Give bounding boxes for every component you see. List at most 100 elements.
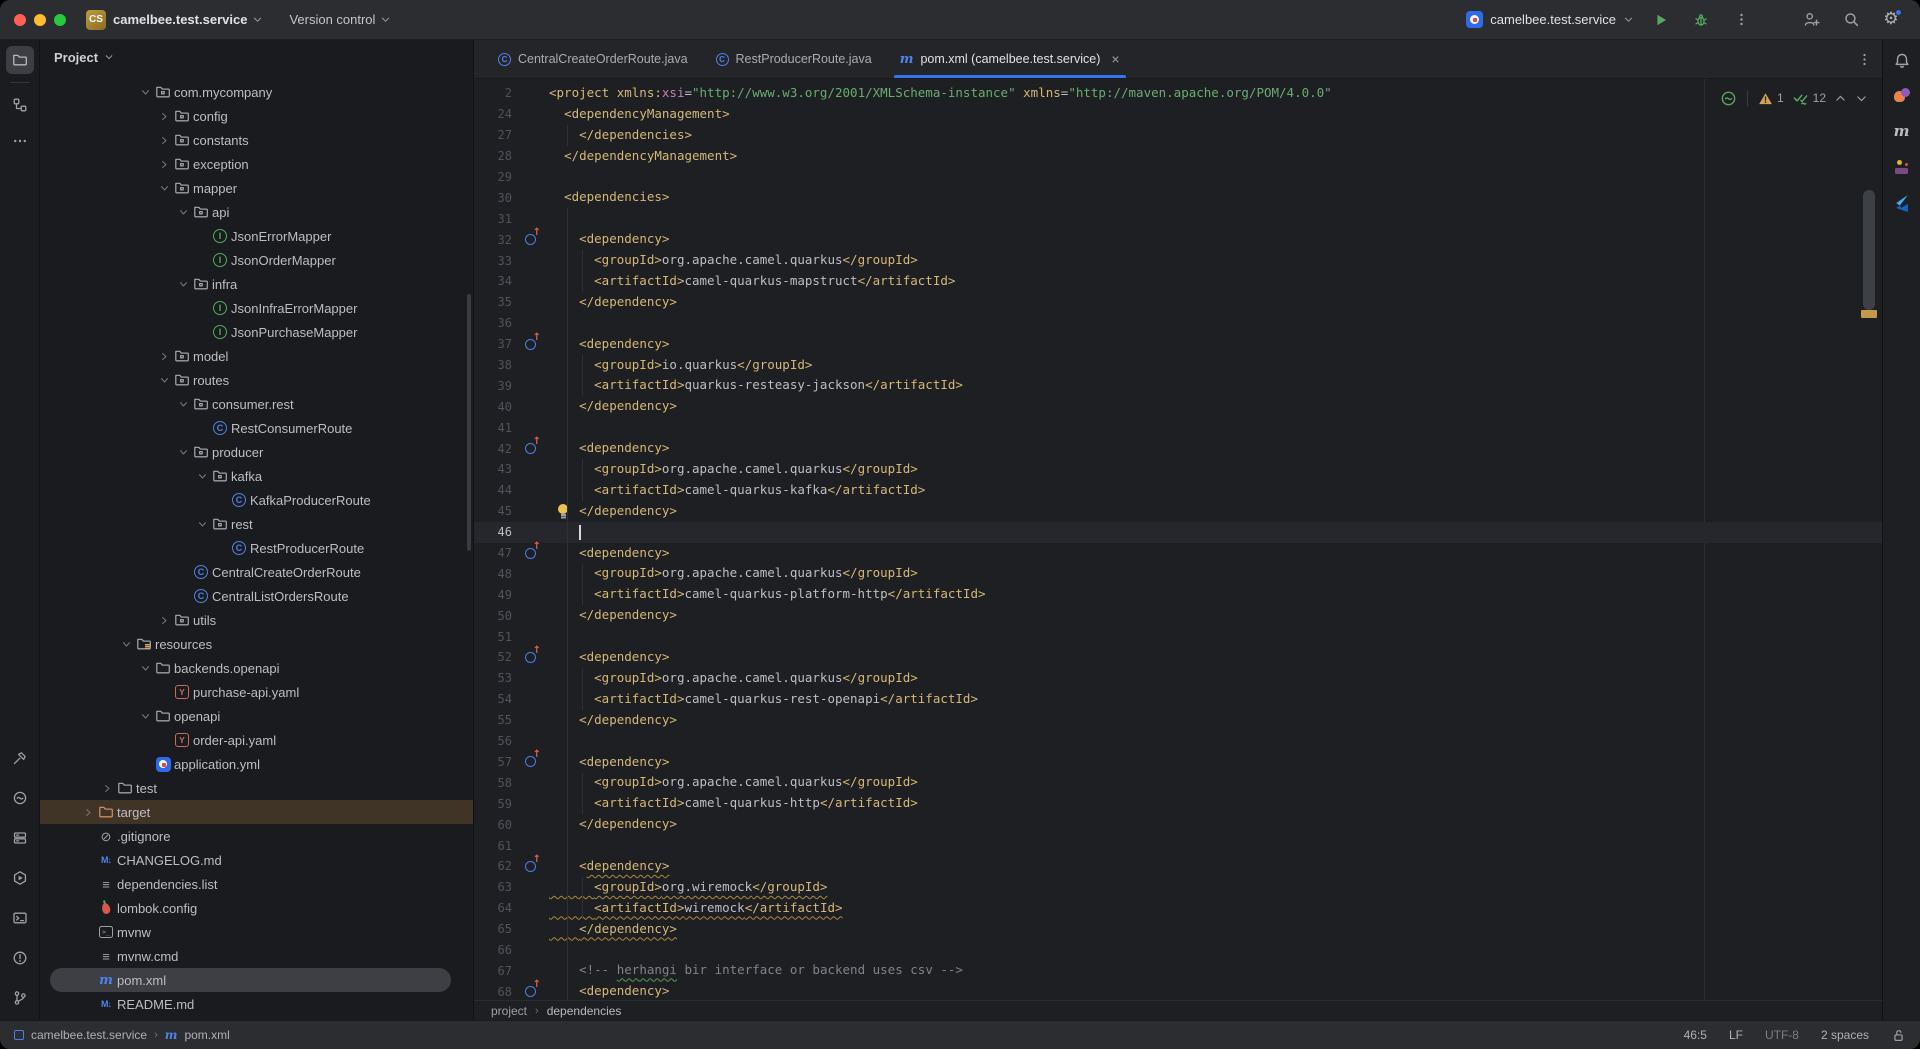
- editor-line-61[interactable]: 61: [474, 835, 1882, 856]
- project-widget[interactable]: camelbee.test.service: [113, 12, 263, 27]
- plugin-blue-icon[interactable]: [1894, 195, 1909, 212]
- tree-chevron-icon[interactable]: [136, 84, 154, 100]
- tree-item-infra[interactable]: infra: [40, 272, 473, 296]
- tree-item-config[interactable]: config: [40, 104, 473, 128]
- run-button[interactable]: [1648, 7, 1674, 33]
- editor-line-30[interactable]: 30 <dependencies>: [474, 187, 1882, 208]
- tree-chevron-icon[interactable]: [193, 516, 211, 532]
- line-separator[interactable]: LF: [1729, 1028, 1743, 1042]
- editor-line-57[interactable]: 57 <dependency>: [474, 752, 1882, 773]
- minimize-window-button[interactable]: [34, 14, 46, 26]
- editor-line-46[interactable]: 46: [474, 522, 1882, 543]
- tree-item-mapper[interactable]: mapper: [40, 176, 473, 200]
- editor-line-36[interactable]: 36: [474, 313, 1882, 334]
- zoom-window-button[interactable]: [54, 14, 66, 26]
- tree-item-model[interactable]: model: [40, 344, 473, 368]
- tree-item-readme-md[interactable]: M↓README.md: [40, 992, 473, 1016]
- terminal-icon[interactable]: [6, 904, 34, 932]
- project-panel-title[interactable]: Project: [54, 50, 98, 65]
- structure-icon[interactable]: [6, 91, 34, 119]
- search-everywhere-button[interactable]: [1838, 7, 1864, 33]
- code-with-me-button[interactable]: [1798, 7, 1824, 33]
- tree-item-pom-xml[interactable]: mpom.xml: [40, 968, 473, 992]
- code-editor[interactable]: 2<project xmlns:xsi="http://www.w3.org/2…: [474, 79, 1882, 1000]
- editor-line-40[interactable]: 40 </dependency>: [474, 396, 1882, 417]
- tree-item-restproducerroute[interactable]: CRestProducerRoute: [40, 536, 473, 560]
- editor-line-67[interactable]: 67 <!-- herhangi bir interface or backen…: [474, 960, 1882, 981]
- more-horizontal-icon[interactable]: [6, 127, 34, 155]
- status-file-name[interactable]: pom.xml: [184, 1028, 229, 1042]
- prev-problem-chevron-icon[interactable]: [1834, 92, 1847, 105]
- more-actions-button[interactable]: [1728, 7, 1754, 33]
- tree-chevron-icon[interactable]: [155, 156, 173, 172]
- error-stripe-warning-marker[interactable]: [1861, 310, 1877, 318]
- vcs-widget[interactable]: Version control: [289, 12, 391, 27]
- dependency-update-gutter-icon[interactable]: [525, 652, 536, 663]
- plugin-chart-icon[interactable]: [1894, 159, 1910, 175]
- editor-line-24[interactable]: 24 <dependencyManagement>: [474, 104, 1882, 125]
- tree-item-jsonerrormapper[interactable]: IJsonErrorMapper: [40, 224, 473, 248]
- tree-item-openapi[interactable]: openapi: [40, 704, 473, 728]
- editor-line-64[interactable]: 64 <artifactId>wiremock</artifactId>: [474, 898, 1882, 919]
- caret-position[interactable]: 46:5: [1684, 1028, 1707, 1042]
- editor-line-65[interactable]: 65 </dependency>: [474, 919, 1882, 940]
- build-hammer-icon[interactable]: [6, 744, 34, 772]
- tree-item-lombok-config[interactable]: lombok.config: [40, 896, 473, 920]
- dependency-update-gutter-icon[interactable]: [525, 443, 536, 454]
- tree-item-exception[interactable]: exception: [40, 152, 473, 176]
- tree-item-mvnw-cmd[interactable]: ≡mvnw.cmd: [40, 944, 473, 968]
- tree-item-centrallistordersroute[interactable]: CCentralListOrdersRoute: [40, 584, 473, 608]
- tab-list-more-icon[interactable]: [1857, 40, 1872, 79]
- editor-line-35[interactable]: 35 </dependency>: [474, 292, 1882, 313]
- editor-line-56[interactable]: 56: [474, 731, 1882, 752]
- tree-scrollbar[interactable]: [467, 294, 471, 551]
- tree-item-restconsumerroute[interactable]: CRestConsumerRoute: [40, 416, 473, 440]
- tree-chevron-icon[interactable]: [117, 636, 135, 652]
- tab-pom.xml[interactable]: mpom.xml (camelbee.test.service)×: [886, 40, 1134, 78]
- problems-icon[interactable]: [6, 944, 34, 972]
- tree-chevron-icon[interactable]: [174, 444, 192, 460]
- next-problem-chevron-icon[interactable]: [1855, 92, 1868, 105]
- close-tab-icon[interactable]: ×: [1111, 51, 1119, 67]
- editor-line-27[interactable]: 27 </dependencies>: [474, 125, 1882, 146]
- editor-line-28[interactable]: 28 </dependencyManagement>: [474, 146, 1882, 167]
- dependency-update-gutter-icon[interactable]: [525, 986, 536, 997]
- inspections-widget[interactable]: 1 12: [1720, 87, 1868, 109]
- tree-item-utils[interactable]: utils: [40, 608, 473, 632]
- editor-line-53[interactable]: 53 <groupId>org.apache.camel.quarkus</gr…: [474, 668, 1882, 689]
- indent-setting[interactable]: 2 spaces: [1821, 1028, 1869, 1042]
- editor-line-55[interactable]: 55 </dependency>: [474, 710, 1882, 731]
- editor-line-32[interactable]: 32 <dependency>: [474, 229, 1882, 250]
- tree-chevron-icon[interactable]: [136, 708, 154, 724]
- tree-item-jsonpurchasemapper[interactable]: IJsonPurchaseMapper: [40, 320, 473, 344]
- tree-item-order-api-yaml[interactable]: Yorder-api.yaml: [40, 728, 473, 752]
- editor-line-66[interactable]: 66: [474, 940, 1882, 961]
- todo-stack-icon[interactable]: [6, 824, 34, 852]
- editor-line-48[interactable]: 48 <groupId>org.apache.camel.quarkus</gr…: [474, 563, 1882, 584]
- tree-chevron-icon[interactable]: [174, 204, 192, 220]
- tree-chevron-icon[interactable]: [193, 468, 211, 484]
- editor-line-52[interactable]: 52 <dependency>: [474, 647, 1882, 668]
- dependency-update-gutter-icon[interactable]: [525, 756, 536, 767]
- tree-item-jsoninfraerrormapper[interactable]: IJsonInfraErrorMapper: [40, 296, 473, 320]
- editor-line-31[interactable]: 31: [474, 208, 1882, 229]
- debug-button[interactable]: [1688, 7, 1714, 33]
- tree-item-constants[interactable]: constants: [40, 128, 473, 152]
- editor-line-68[interactable]: 68 <dependency>: [474, 981, 1882, 1000]
- editor-line-43[interactable]: 43 <groupId>org.apache.camel.quarkus</gr…: [474, 459, 1882, 480]
- project-folder-icon[interactable]: [6, 46, 34, 74]
- tree-item-kafkaproducerroute[interactable]: CKafkaProducerRoute: [40, 488, 473, 512]
- editor-line-54[interactable]: 54 <artifactId>camel-quarkus-rest-openap…: [474, 689, 1882, 710]
- tree-item-mvnw[interactable]: >_mvnw: [40, 920, 473, 944]
- editor-line-49[interactable]: 49 <artifactId>camel-quarkus-platform-ht…: [474, 584, 1882, 605]
- editor-line-2[interactable]: 2<project xmlns:xsi="http://www.w3.org/2…: [474, 83, 1882, 104]
- maven-tool-window-icon[interactable]: m: [1894, 124, 1910, 139]
- tree-item-dependencies-list[interactable]: ≡dependencies.list: [40, 872, 473, 896]
- editor-line-41[interactable]: 41: [474, 417, 1882, 438]
- dependency-update-gutter-icon[interactable]: [525, 861, 536, 872]
- tree-item-routes[interactable]: routes: [40, 368, 473, 392]
- tree-item-consumer-rest[interactable]: consumer.rest: [40, 392, 473, 416]
- commit-circle-icon[interactable]: [6, 784, 34, 812]
- tree-item-application-yml[interactable]: application.yml: [40, 752, 473, 776]
- editor-line-33[interactable]: 33 <groupId>org.apache.camel.quarkus</gr…: [474, 250, 1882, 271]
